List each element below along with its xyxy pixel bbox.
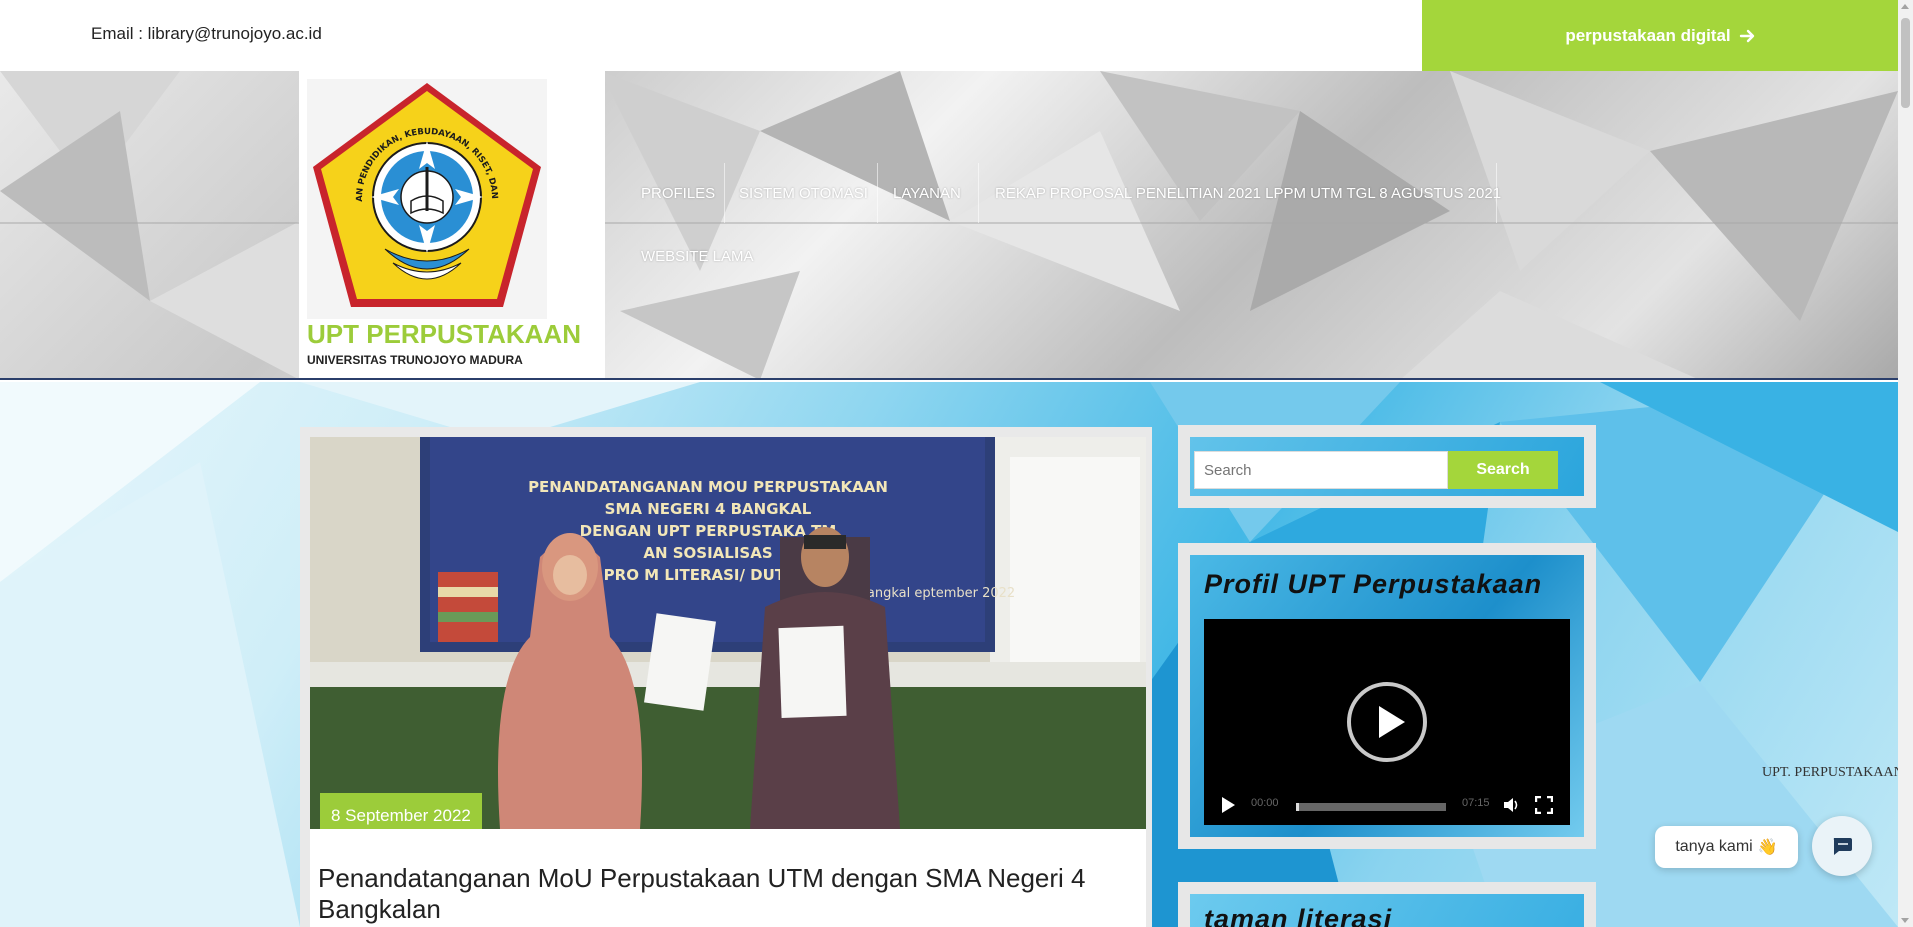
digital-library-button[interactable]: perpustakaan digital [1422, 0, 1898, 71]
scroll-down-icon[interactable] [1901, 918, 1909, 923]
chat-prompt[interactable]: tanya kami 👋 [1655, 826, 1798, 868]
scrollbar-thumb[interactable] [1901, 18, 1910, 108]
volume-icon[interactable] [1502, 796, 1520, 814]
video-current-time: 00:00 [1251, 797, 1279, 809]
play-pause-button[interactable] [1222, 797, 1235, 813]
post-photo: PENANDATANGANAN MOU PERPUSTAKAAN SMA NEG… [310, 437, 1146, 829]
contact-email: Email : library@trunojoyo.ac.id [91, 24, 322, 43]
nav-separator [1496, 163, 1497, 223]
chat-prompt-label: tanya kami [1675, 838, 1753, 855]
site-header: KEMENTERIAN PENDIDIKAN, KEBUDAYAAN, RISE… [0, 71, 1898, 380]
nav-item-website-lama[interactable]: WEBSITE LAMA [641, 248, 754, 265]
nav-separator [978, 163, 979, 223]
university-emblem-icon: KEMENTERIAN PENDIDIKAN, KEBUDAYAAN, RISE… [303, 72, 541, 307]
video-duration: 07:15 [1462, 797, 1490, 809]
brand-block[interactable]: KEMENTERIAN PENDIDIKAN, KEBUDAYAAN, RISE… [299, 71, 605, 378]
header-background-pattern [0, 71, 1898, 378]
play-icon [1379, 706, 1405, 738]
post-date-badge: 8 September 2022 [320, 793, 482, 829]
news-ticker: UPT. PERPUSTAKAAN [1762, 765, 1898, 780]
post-body: Penandatanganan MoU Perpustakaan UTM den… [310, 829, 1146, 927]
post-featured-image[interactable]: PENANDATANGANAN MOU PERPUSTAKAAN SMA NEG… [310, 437, 1146, 829]
profile-widget-title: Profil UPT Perpustakaan [1204, 569, 1543, 599]
nav-item-profiles[interactable]: PROFILES [641, 185, 715, 202]
literasi-widget-title: taman literasi [1204, 904, 1393, 927]
waving-hand-icon: 👋 [1757, 839, 1778, 856]
chat-launcher-button[interactable] [1812, 816, 1872, 876]
nav-separator [877, 163, 878, 223]
nav-item-rekap-proposal[interactable]: REKAP PROPOSAL PENELITIAN 2021 LPPM UTM … [995, 185, 1501, 202]
post-card: PENANDATANGANAN MOU PERPUSTAKAAN SMA NEG… [300, 427, 1152, 927]
search-widget: Search [1178, 425, 1596, 508]
profile-widget: Profil UPT Perpustakaan 00:00 07:15 [1178, 543, 1596, 849]
literasi-widget: taman literasi [1178, 882, 1596, 927]
video-seek-bar[interactable] [1296, 803, 1446, 811]
main-content: UPT. PERPUSTAKAAN PENANDATANGANAN MOU PE… [0, 382, 1898, 927]
post-title[interactable]: Penandatanganan MoU Perpustakaan UTM den… [318, 863, 1138, 925]
digital-library-label: perpustakaan digital [1565, 25, 1731, 45]
arrow-right-icon [1739, 29, 1754, 42]
site-subtitle: UNIVERSITAS TRUNOJOYO MADURA [307, 353, 523, 367]
banner-line-2: SMA NEGERI 4 BANGKAL [605, 500, 812, 518]
scroll-up-icon[interactable] [1901, 4, 1909, 9]
banner-line-1: PENANDATANGANAN MOU PERPUSTAKAAN [528, 478, 888, 496]
video-controls: 00:00 07:15 [1204, 785, 1570, 825]
profile-video-player[interactable]: 00:00 07:15 [1204, 619, 1570, 825]
top-bar: Email : library@trunojoyo.ac.id perpusta… [0, 0, 1898, 71]
banner-place-date: Bangkal eptember 2022 [858, 586, 1015, 601]
nav-item-layanan[interactable]: LAYANAN [893, 185, 961, 202]
fullscreen-icon[interactable] [1535, 796, 1553, 814]
nav-separator [724, 163, 725, 223]
page-scrollbar[interactable] [1898, 0, 1913, 927]
nav-item-sistem-otomasi[interactable]: SISTEM OTOMASI [739, 185, 868, 202]
play-overlay-button[interactable] [1347, 682, 1427, 762]
banner-line-4: AN SOSIALISAS [643, 544, 772, 562]
chat-bubble-icon [1833, 838, 1852, 855]
university-logo[interactable]: KEMENTERIAN PENDIDIKAN, KEBUDAYAAN, RISE… [303, 72, 547, 319]
search-input[interactable] [1194, 451, 1448, 489]
site-title[interactable]: UPT PERPUSTAKAAN [307, 319, 581, 350]
search-button[interactable]: Search [1448, 451, 1558, 489]
